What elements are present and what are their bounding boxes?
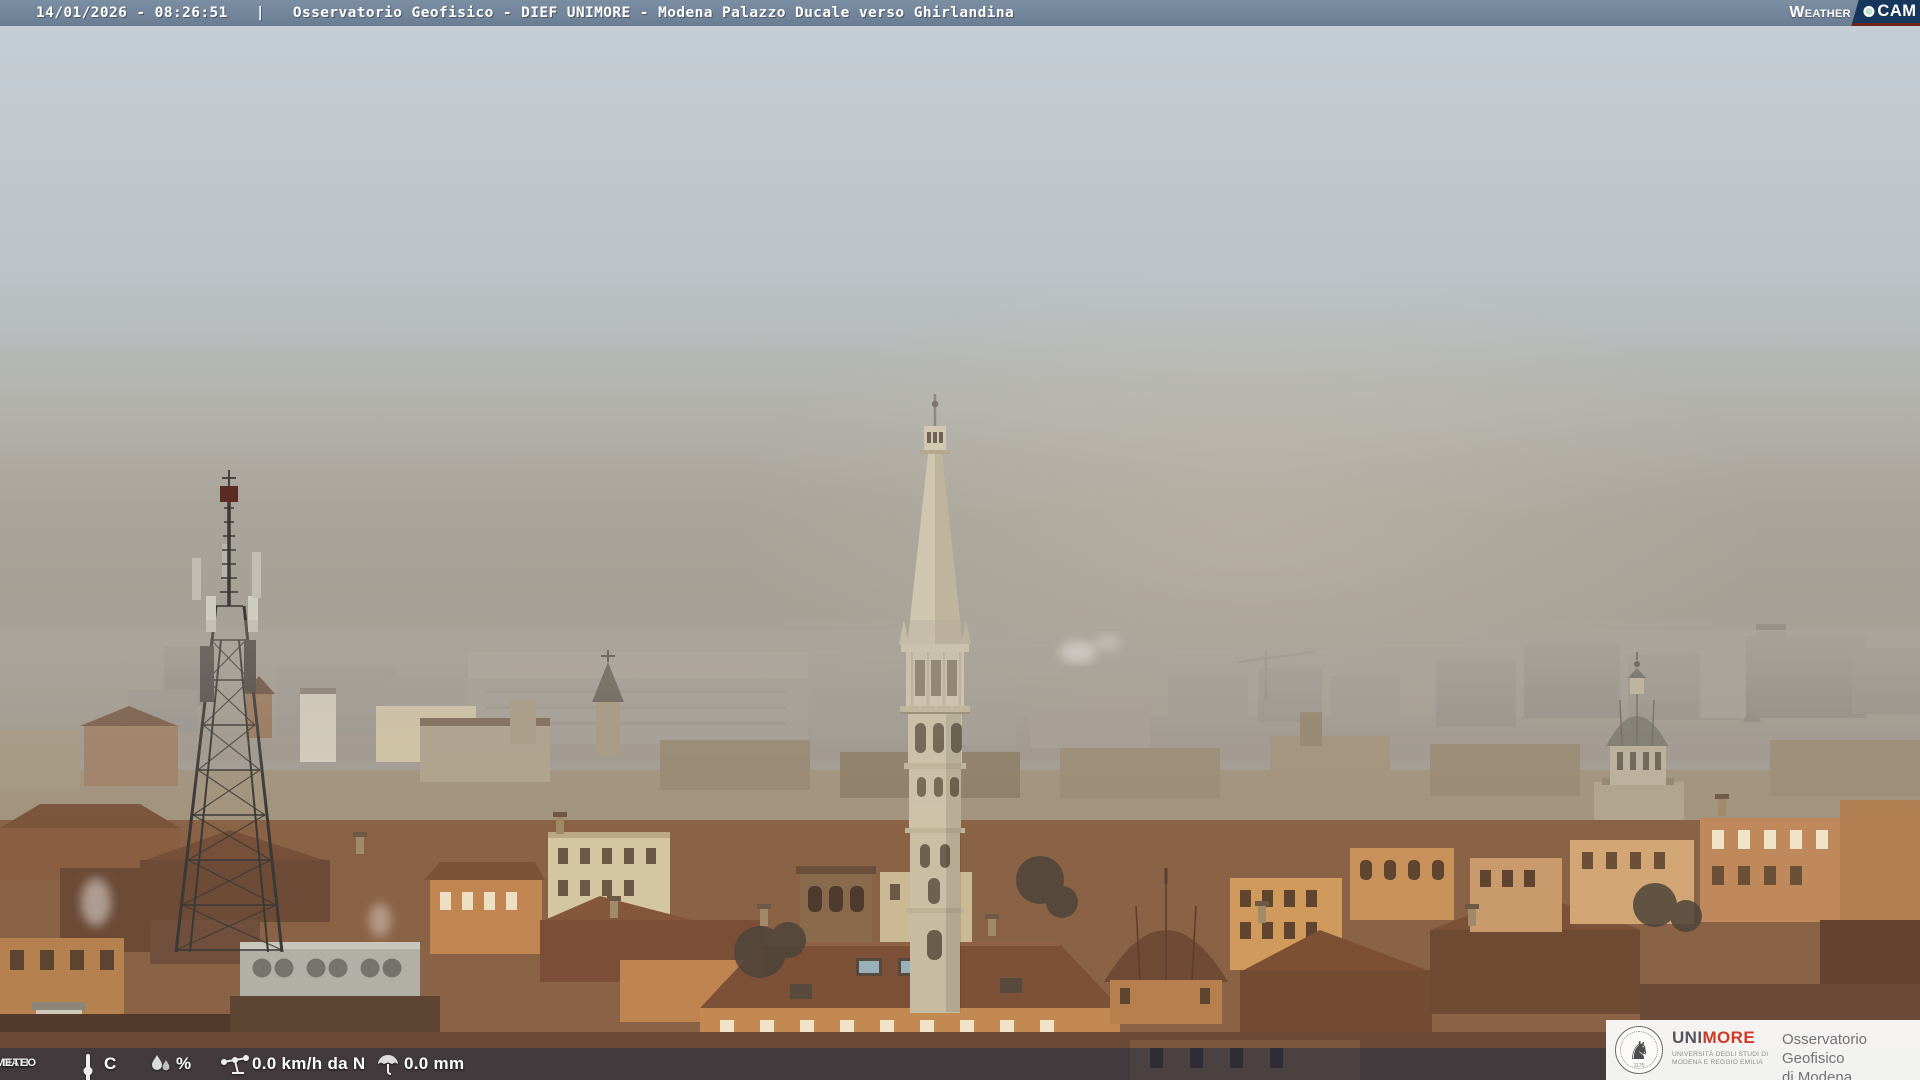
- seal-knight-glyph: ♞: [1627, 1035, 1651, 1065]
- unimore-credit-box: ♞ 1175 UNIMORE UNIVERSITÀ DEGLI STUDI DI…: [1606, 1020, 1920, 1080]
- observatory-name: Osservatorio Geofisico di Modena: [1782, 1030, 1920, 1080]
- separator: |: [255, 5, 265, 21]
- unimore-more: MORE: [1702, 1028, 1756, 1047]
- weather-logo-text: Weather: [1789, 4, 1851, 21]
- observatory-name-line1: Osservatorio Geofisico: [1782, 1031, 1868, 1067]
- temperature-value: C: [104, 1054, 117, 1073]
- seal-year: 1175: [1633, 1063, 1645, 1069]
- humidity-value: %: [176, 1054, 192, 1073]
- meteo-label-line2: METEO: [0, 1057, 37, 1070]
- weather-cam-dot-icon: [1863, 6, 1875, 17]
- cam-logo-plate: CAM: [1851, 0, 1920, 26]
- observatory-name-line2: di Modena: [1782, 1069, 1853, 1080]
- unimore-wordmark: UNIMORE: [1672, 1029, 1755, 1046]
- university-subtitle-line1: UNIVERSITÀ DEGLI STUDI DI: [1672, 1051, 1769, 1058]
- university-seal-icon: ♞ 1175: [1615, 1026, 1663, 1074]
- university-subtitle-line2: MODENA E REGGIO EMILIA: [1672, 1059, 1763, 1066]
- atmosphere-haze: [0, 620, 1920, 820]
- unimore-uni: UNI: [1672, 1028, 1703, 1047]
- university-subtitle: UNIVERSITÀ DEGLI STUDI DI MODENA E REGGI…: [1672, 1051, 1768, 1067]
- cam-logo-text: CAM: [1877, 2, 1917, 20]
- weather-cam-logo: Weather CAM: [1789, 0, 1920, 26]
- timestamp: 14/01/2026 - 08:26:51: [36, 5, 228, 21]
- cityscape-photo: [0, 0, 1920, 1080]
- wind-value: 0.0 km/h da N: [252, 1054, 366, 1073]
- webcam-title: Osservatorio Geofisico - DIEF UNIMORE - …: [292, 5, 1015, 21]
- webcam-frame: 14/01/2026 - 08:26:51 | Osservatorio Geo…: [0, 0, 1920, 1080]
- top-info-bar: 14/01/2026 - 08:26:51 | Osservatorio Geo…: [0, 0, 1920, 26]
- rain-value: 0.0 mm: [404, 1054, 465, 1073]
